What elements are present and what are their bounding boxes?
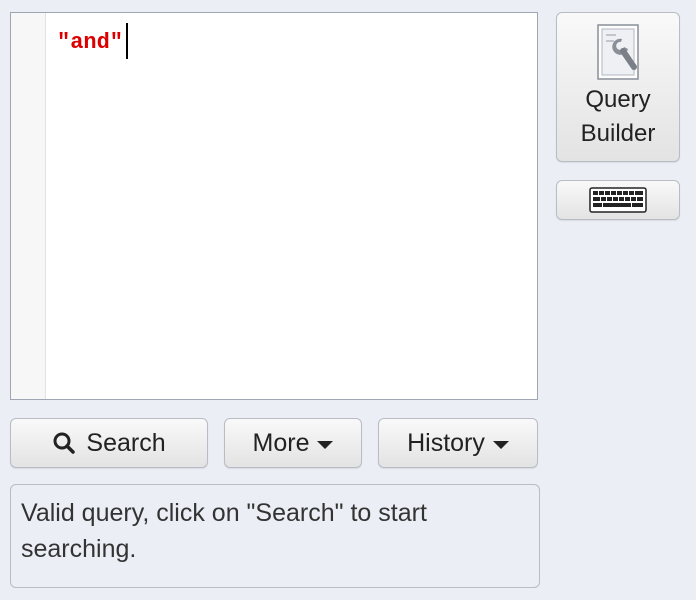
status-text: Valid query, click on "Search" to start … (21, 499, 427, 563)
keyboard-button[interactable] (556, 180, 680, 220)
query-builder-button[interactable]: Query Builder (556, 12, 680, 162)
query-editor[interactable]: "and" (10, 12, 538, 400)
caret-down-icon (492, 441, 509, 449)
editor-gutter (11, 13, 46, 399)
query-builder-label: Query Builder (580, 86, 656, 147)
history-button-label: History (407, 428, 485, 457)
text-cursor (126, 23, 128, 59)
more-dropdown-button[interactable]: More (224, 418, 362, 468)
query-status-message: Valid query, click on "Search" to start … (10, 484, 540, 588)
history-dropdown-button[interactable]: History (378, 418, 538, 468)
caret-down-icon (317, 441, 334, 449)
query-text[interactable]: "and" (57, 29, 123, 57)
search-icon (53, 432, 76, 454)
search-button[interactable]: Search (10, 418, 208, 468)
wrench-document-icon (597, 24, 639, 80)
more-button-label: More (252, 428, 310, 457)
keyboard-icon (589, 187, 647, 213)
query-text-content: "and" (57, 30, 124, 55)
search-button-label: Search (86, 428, 166, 457)
